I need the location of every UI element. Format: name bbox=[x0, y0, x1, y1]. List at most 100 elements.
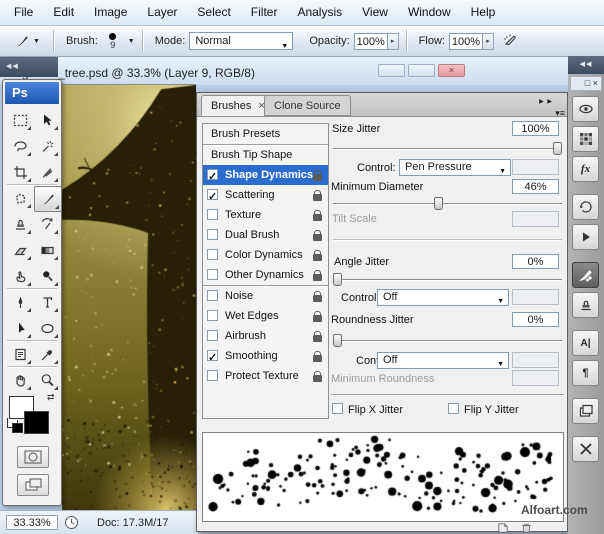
screen-mode-button[interactable] bbox=[17, 474, 49, 496]
angle-jitter-slider[interactable] bbox=[333, 279, 562, 281]
dock-brushes-button[interactable] bbox=[572, 262, 599, 288]
dock-layer-styles-fx-button[interactable]: fx bbox=[572, 156, 599, 182]
tool-smudge[interactable] bbox=[7, 264, 33, 288]
slider-handle[interactable] bbox=[434, 197, 443, 210]
tool-hand[interactable] bbox=[7, 368, 33, 392]
panel-collapse-icon[interactable]: ▶ ▶ bbox=[539, 98, 553, 105]
brush-option-other-dynamics[interactable]: Other Dynamics bbox=[203, 265, 328, 285]
blend-mode-select[interactable]: Normal bbox=[189, 32, 293, 50]
lock-icon[interactable] bbox=[313, 375, 322, 382]
document-canvas[interactable] bbox=[62, 84, 196, 512]
option-checkbox[interactable] bbox=[207, 350, 218, 361]
option-checkbox[interactable] bbox=[207, 269, 218, 280]
lock-icon[interactable] bbox=[313, 335, 322, 342]
brush-preset-preview[interactable]: 9 bbox=[104, 33, 122, 49]
brush-option-wet-edges[interactable]: Wet Edges bbox=[203, 306, 328, 326]
tool-notes[interactable] bbox=[7, 342, 33, 366]
flow-spinner[interactable]: ▸ bbox=[483, 33, 494, 50]
lock-icon[interactable] bbox=[313, 234, 322, 241]
lock-icon[interactable] bbox=[313, 315, 322, 322]
roundness-control-select[interactable]: Off bbox=[377, 352, 509, 369]
flow-input[interactable]: 100% bbox=[449, 33, 483, 50]
tool-lasso[interactable] bbox=[7, 134, 33, 158]
tool-history-brush[interactable] bbox=[34, 212, 60, 236]
tools-dock-collapse[interactable]: ◀◀ bbox=[0, 57, 58, 77]
tool-path-selection[interactable] bbox=[7, 316, 33, 340]
lock-icon[interactable] bbox=[313, 194, 322, 201]
angle-jitter-value[interactable]: 0% bbox=[512, 254, 559, 269]
zoom-level-input[interactable]: 33.33% bbox=[6, 515, 58, 530]
tool-zoom[interactable] bbox=[34, 368, 60, 392]
slider-handle[interactable] bbox=[333, 334, 342, 347]
tool-dodge[interactable] bbox=[34, 264, 60, 288]
brush-option-brush-tip-shape[interactable]: Brush Tip Shape bbox=[203, 144, 328, 165]
option-checkbox[interactable] bbox=[207, 249, 218, 260]
background-color[interactable] bbox=[24, 411, 49, 434]
option-checkbox[interactable] bbox=[207, 229, 218, 240]
tool-healing-brush[interactable] bbox=[7, 186, 33, 210]
maximize-icon[interactable]: □ bbox=[585, 78, 590, 88]
slider-handle[interactable] bbox=[333, 273, 342, 286]
tool-brush[interactable] bbox=[34, 186, 62, 212]
brush-option-noise[interactable]: Noise bbox=[203, 285, 328, 306]
roundness-jitter-slider[interactable] bbox=[333, 340, 562, 342]
dock-layer-comps-button[interactable] bbox=[572, 398, 599, 424]
tool-eraser[interactable] bbox=[7, 238, 33, 262]
tool-slice[interactable] bbox=[34, 160, 60, 184]
option-checkbox[interactable] bbox=[207, 370, 218, 381]
tool-preset-picker[interactable]: ▼ bbox=[8, 29, 46, 53]
menu-filter[interactable]: Filter bbox=[241, 0, 288, 25]
tool-rectangular-marquee[interactable] bbox=[7, 108, 33, 132]
dock-collapse[interactable]: ◀◀ bbox=[568, 56, 604, 74]
dock-character-button[interactable]: A| bbox=[572, 330, 599, 356]
minimum-diameter-slider[interactable] bbox=[333, 203, 562, 205]
menu-select[interactable]: Select bbox=[187, 0, 240, 25]
brush-option-protect-texture[interactable]: Protect Texture bbox=[203, 366, 328, 386]
brush-option-texture[interactable]: Texture bbox=[203, 205, 328, 225]
new-brush-icon[interactable] bbox=[497, 523, 509, 533]
angle-control-select[interactable]: Off bbox=[377, 289, 509, 306]
tool-eyedropper[interactable] bbox=[34, 342, 60, 366]
menu-window[interactable]: Window bbox=[398, 0, 461, 25]
maximize-button[interactable] bbox=[408, 64, 435, 77]
tool-move[interactable] bbox=[34, 108, 60, 132]
lock-icon[interactable] bbox=[313, 355, 322, 362]
menu-image[interactable]: Image bbox=[84, 0, 137, 25]
size-control-select[interactable]: Pen Pressure bbox=[399, 159, 511, 176]
flip-y-checkbox[interactable] bbox=[448, 403, 459, 414]
brush-option-smoothing[interactable]: Smoothing bbox=[203, 346, 328, 366]
dock-window-controls[interactable]: □ × bbox=[570, 76, 602, 91]
tool-crop[interactable] bbox=[7, 160, 33, 184]
dock-navigator-button[interactable] bbox=[572, 96, 599, 122]
brush-option-shape-dynamics[interactable]: Shape Dynamics bbox=[203, 165, 328, 185]
tool-gradient[interactable] bbox=[34, 238, 60, 262]
brush-option-airbrush[interactable]: Airbrush bbox=[203, 326, 328, 346]
menu-layer[interactable]: Layer bbox=[137, 0, 187, 25]
tab-clone-source[interactable]: Clone Source bbox=[264, 95, 351, 116]
option-checkbox[interactable] bbox=[207, 189, 218, 200]
panel-menu-icon[interactable]: ▾≡ bbox=[555, 108, 565, 119]
close-icon[interactable]: × bbox=[593, 78, 598, 88]
size-jitter-slider[interactable] bbox=[333, 148, 562, 150]
dock-clone-source-button[interactable] bbox=[572, 292, 599, 318]
airbrush-icon[interactable] bbox=[502, 32, 520, 51]
menu-file[interactable]: File bbox=[4, 0, 43, 25]
lock-icon[interactable] bbox=[313, 254, 322, 261]
menu-edit[interactable]: Edit bbox=[43, 0, 84, 25]
menu-analysis[interactable]: Analysis bbox=[287, 0, 352, 25]
menu-help[interactable]: Help bbox=[461, 0, 506, 25]
quick-mask-button[interactable] bbox=[17, 446, 49, 468]
flip-x-checkbox[interactable] bbox=[332, 403, 343, 414]
lock-icon[interactable] bbox=[313, 214, 322, 221]
lock-icon[interactable] bbox=[313, 295, 322, 302]
delete-brush-icon[interactable] bbox=[521, 523, 532, 533]
chevron-down-icon[interactable]: ▼ bbox=[128, 38, 135, 45]
dock-paragraph-button[interactable]: ¶ bbox=[572, 360, 599, 386]
option-checkbox[interactable] bbox=[207, 209, 218, 220]
dock-history-button[interactable] bbox=[572, 194, 599, 220]
size-jitter-value[interactable]: 100% bbox=[512, 121, 559, 136]
dock-actions-button[interactable] bbox=[572, 224, 599, 250]
swap-colors-icon[interactable]: ⇄ bbox=[47, 392, 55, 403]
lock-icon[interactable] bbox=[313, 174, 322, 181]
brush-option-dual-brush[interactable]: Dual Brush bbox=[203, 225, 328, 245]
